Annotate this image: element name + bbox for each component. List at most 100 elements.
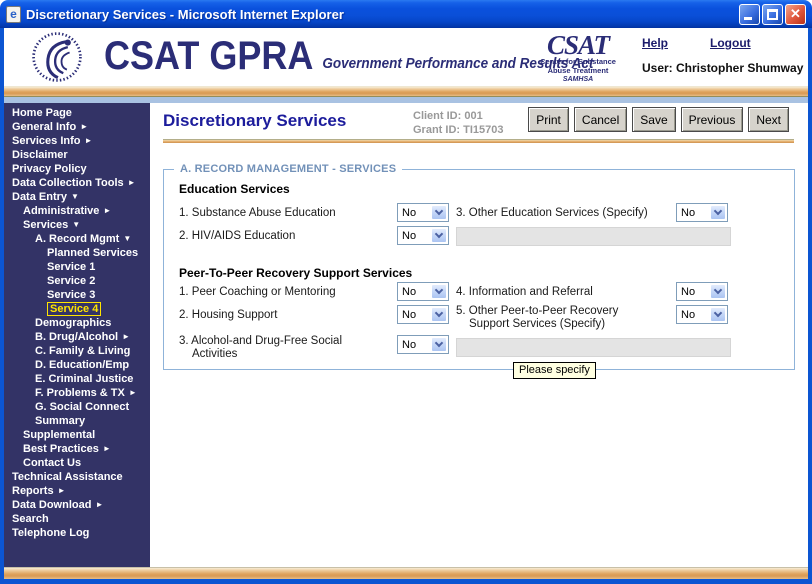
- chevron-down-icon[interactable]: [431, 337, 447, 352]
- window-frame: CSAT GPRA Government Performance and Res…: [0, 28, 812, 584]
- logout-link[interactable]: Logout: [710, 36, 751, 50]
- sidebar-item-service-3[interactable]: Service 3: [4, 288, 150, 302]
- expand-right-icon: ►: [80, 122, 88, 131]
- sidebar-item-services[interactable]: Services▼: [4, 218, 150, 232]
- sidebar-item-data-collection-tools[interactable]: Data Collection Tools►: [4, 176, 150, 190]
- app-logo: CSAT GPRA Government Performance and Res…: [104, 32, 593, 80]
- next-button[interactable]: Next: [748, 107, 789, 132]
- sidebar-item-demographics[interactable]: Demographics: [4, 316, 150, 330]
- sidebar-item-search[interactable]: Search: [4, 512, 150, 526]
- sidebar-item-c-family-living[interactable]: C. Family & Living: [4, 344, 150, 358]
- expand-right-icon: ►: [58, 486, 66, 495]
- expand-down-icon: ▼: [71, 192, 79, 201]
- minimize-button[interactable]: [739, 4, 760, 25]
- csat-logo-acronym: CSAT: [536, 32, 620, 58]
- close-button[interactable]: ✕: [785, 4, 806, 25]
- previous-button[interactable]: Previous: [681, 107, 744, 132]
- peer-q4-select[interactable]: No: [676, 282, 728, 301]
- browser-window: e Discretionary Services - Microsoft Int…: [0, 0, 812, 584]
- grant-id-label: Grant ID: TI15703: [413, 123, 503, 137]
- client-grant-ids: Client ID: 001 Grant ID: TI15703: [413, 109, 503, 137]
- peer-q1-select[interactable]: No: [397, 282, 449, 301]
- section-legend: A. RECORD MANAGEMENT - SERVICES: [174, 163, 402, 175]
- sidebar-item-telephone-log[interactable]: Telephone Log: [4, 526, 150, 540]
- chevron-down-icon[interactable]: [431, 284, 447, 299]
- chevron-down-icon[interactable]: [710, 284, 726, 299]
- education-q3-select[interactable]: No: [676, 203, 728, 222]
- chevron-down-icon[interactable]: [710, 307, 726, 322]
- sidebar-item-administrative[interactable]: Administrative►: [4, 204, 150, 218]
- expand-right-icon: ►: [84, 136, 92, 145]
- peer-services-heading: Peer-To-Peer Recovery Support Services: [179, 266, 412, 280]
- peer-q5-select[interactable]: No: [676, 305, 728, 324]
- page-title: Discretionary Services: [163, 111, 346, 131]
- education-other-specify-input: [456, 227, 731, 246]
- peer-q5-label: 5. Other Peer-to-Peer Recovery Support S…: [456, 305, 656, 331]
- chevron-down-icon[interactable]: [431, 205, 447, 220]
- sidebar-item-services-info[interactable]: Services Info►: [4, 134, 150, 148]
- expand-right-icon: ►: [103, 206, 111, 215]
- sidebar-item-e-criminal-justice[interactable]: E. Criminal Justice: [4, 372, 150, 386]
- csat-logo-line2: Abuse Treatment: [536, 67, 620, 76]
- expand-right-icon: ►: [95, 500, 103, 509]
- app-logo-text: CSAT GPRA: [104, 32, 313, 80]
- close-icon: ✕: [786, 6, 805, 22]
- record-management-section: A. RECORD MANAGEMENT - SERVICES Educatio…: [163, 169, 795, 370]
- expand-right-icon: ►: [128, 178, 136, 187]
- internet-explorer-icon: e: [6, 6, 21, 23]
- sidebar-item-privacy-policy[interactable]: Privacy Policy: [4, 162, 150, 176]
- peer-q3-select[interactable]: No: [397, 335, 449, 354]
- chevron-down-icon[interactable]: [710, 205, 726, 220]
- sidebar-item-service-1[interactable]: Service 1: [4, 260, 150, 274]
- print-button[interactable]: Print: [528, 107, 569, 132]
- user-label: User: Christopher Shumway: [642, 61, 812, 75]
- education-q1-select[interactable]: No: [397, 203, 449, 222]
- sidebar-item-summary[interactable]: Summary: [4, 414, 150, 428]
- sidebar-item-best-practices[interactable]: Best Practices►: [4, 442, 150, 456]
- sidebar-item-a-record-mgmt[interactable]: A. Record Mgmt▼: [4, 232, 150, 246]
- client-id-label: Client ID: 001: [413, 109, 503, 123]
- peer-q3-label: 3. Alcohol-and Drug-Free Social Activiti…: [179, 335, 364, 361]
- help-link[interactable]: Help: [642, 36, 668, 50]
- sidebar-item-disclaimer[interactable]: Disclaimer: [4, 148, 150, 162]
- cancel-button[interactable]: Cancel: [574, 107, 627, 132]
- sidebar-item-home-page[interactable]: Home Page: [4, 106, 150, 120]
- peer-q1-label: 1. Peer Coaching or Mentoring: [179, 286, 336, 299]
- sidebar-item-g-social-connect[interactable]: G. Social Connect: [4, 400, 150, 414]
- chevron-down-icon[interactable]: [431, 228, 447, 243]
- chevron-down-icon[interactable]: [431, 307, 447, 322]
- sidebar-item-service-4-selected[interactable]: Service 4: [4, 302, 150, 316]
- expand-right-icon: ►: [122, 332, 130, 341]
- expand-right-icon: ►: [129, 388, 137, 397]
- sidebar-item-general-info[interactable]: General Info►: [4, 120, 150, 134]
- sidebar-item-contact-us[interactable]: Contact Us: [4, 456, 150, 470]
- content-accent-divider: [163, 139, 794, 143]
- education-q2-label: 2. HIV/AIDS Education: [179, 230, 295, 243]
- sidebar-item-planned-services[interactable]: Planned Services: [4, 246, 150, 260]
- maximize-button[interactable]: [762, 4, 783, 25]
- sidebar-item-b-drug-alcohol[interactable]: B. Drug/Alcohol►: [4, 330, 150, 344]
- app-header: CSAT GPRA Government Performance and Res…: [4, 28, 808, 86]
- sidebar-item-f-problems-tx[interactable]: F. Problems & TX►: [4, 386, 150, 400]
- title-bar[interactable]: e Discretionary Services - Microsoft Int…: [0, 0, 812, 28]
- action-button-row: Print Cancel Save Previous Next: [528, 107, 789, 132]
- expand-right-icon: ►: [103, 444, 111, 453]
- education-q3-label: 3. Other Education Services (Specify): [456, 207, 648, 220]
- main-content: Discretionary Services Client ID: 001 Gr…: [150, 103, 808, 567]
- peer-q2-select[interactable]: No: [397, 305, 449, 324]
- sidebar-item-service-2[interactable]: Service 2: [4, 274, 150, 288]
- sidebar-item-reports[interactable]: Reports►: [4, 484, 150, 498]
- sidebar-item-d-education-emp[interactable]: D. Education/Emp: [4, 358, 150, 372]
- sidebar-item-data-download[interactable]: Data Download►: [4, 498, 150, 512]
- window-title: Discretionary Services - Microsoft Inter…: [26, 7, 344, 22]
- peer-q4-label: 4. Information and Referral: [456, 286, 593, 299]
- sidebar-nav: Home Page General Info► Services Info► D…: [4, 103, 150, 567]
- sidebar-item-supplemental[interactable]: Supplemental: [4, 428, 150, 442]
- sidebar-item-technical-assistance[interactable]: Technical Assistance: [4, 470, 150, 484]
- footer-accent-bar: [4, 567, 808, 579]
- education-q2-select[interactable]: No: [397, 226, 449, 245]
- peer-other-specify-input: [456, 338, 731, 357]
- expand-down-icon: ▼: [123, 234, 131, 243]
- sidebar-item-data-entry[interactable]: Data Entry▼: [4, 190, 150, 204]
- save-button[interactable]: Save: [632, 107, 675, 132]
